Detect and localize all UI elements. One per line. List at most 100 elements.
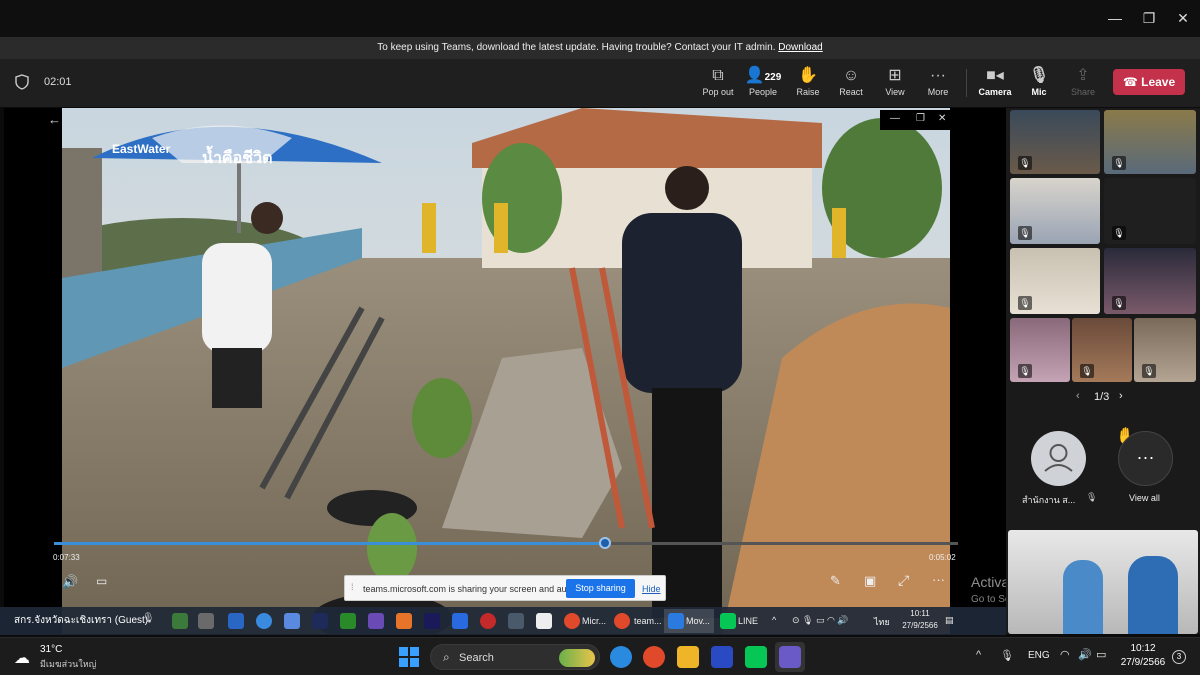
react-button[interactable]: ☺ React [829,65,873,97]
mic-off-icon: 🎙 [1080,364,1094,378]
chrome-icon[interactable] [614,613,630,629]
share-icon: ⇪ [1076,67,1090,84]
battery-icon[interactable]: ▭ [1096,648,1106,661]
edge-icon[interactable] [256,613,272,629]
mail-icon[interactable] [228,613,244,629]
view-all-button[interactable]: ··· [1118,431,1173,486]
chrome-icon[interactable] [643,646,665,668]
participant-tile[interactable]: 🎙 [1010,178,1100,244]
share-button[interactable]: ⇪ Share [1061,65,1105,97]
taskbar-app-label[interactable]: Micr... [582,616,606,626]
participant-tile[interactable]: 🎙 [1104,248,1196,314]
participant-tile[interactable]: 🎙 [1072,318,1132,382]
hide-link[interactable]: Hide [642,584,661,594]
teams-old-icon[interactable] [711,646,733,668]
more-button[interactable]: ··· More [916,65,960,97]
notification-icon[interactable]: ▤ [945,615,954,626]
premiere-icon[interactable] [424,613,440,629]
participant-tile[interactable]: 🎙 [1010,110,1100,174]
tray-icons[interactable]: ⊙ 🎙 ▭ ◠ 🔊 [792,615,849,626]
volume-icon[interactable]: 🔊 [62,574,78,590]
tray-chevron-icon[interactable]: ^ [976,649,981,661]
avatar-name: สำนักงาน ส... [1022,495,1076,505]
pager-prev-icon[interactable]: ‹ [1076,390,1080,402]
participant-tile[interactable]: 🎙 [1104,178,1196,244]
edge-icon[interactable] [610,646,632,668]
fullscreen-icon[interactable]: ⤢ [898,572,909,589]
popout-button[interactable]: ⧉ Pop out [696,65,740,97]
participant-tile[interactable]: 🎙 [1134,318,1196,382]
captions-icon[interactable]: ▭ [96,574,107,588]
app-icon[interactable] [172,613,188,629]
file-explorer-icon[interactable] [677,646,699,668]
close-icon[interactable]: ✕ [1172,8,1194,28]
participant-figure [1128,556,1178,634]
leave-button[interactable]: ☎ Leave [1113,69,1185,95]
inner-language[interactable]: ไทย [874,615,890,629]
xbox-icon[interactable] [340,613,356,629]
zoom-icon[interactable] [452,613,468,629]
photoshop-icon[interactable] [312,613,328,629]
pager-next-icon[interactable]: › [1119,390,1123,402]
wifi-icon[interactable]: ◠ [1060,648,1070,661]
restore-icon[interactable]: ❐ [1138,8,1160,28]
chrome-icon[interactable] [564,613,580,629]
movies-icon[interactable] [668,613,684,629]
mic-button[interactable]: 🎙 Mic [1017,65,1061,97]
mic-icon[interactable]: 🎙 [1000,649,1014,662]
weather-icon[interactable]: ☁ [14,648,30,668]
taskbar-search-box[interactable]: ⌕ Search [430,644,600,670]
participant-tile[interactable]: 🎙 [1010,318,1070,382]
player-more-icon[interactable]: ··· [932,572,945,587]
minimize-icon[interactable]: — [1104,8,1126,28]
clock-date: 27/9/2566 [1120,657,1166,668]
record-icon[interactable] [480,613,496,629]
app-icon[interactable] [508,613,524,629]
camera-button[interactable]: ■◂ Camera [973,65,1017,97]
guest-label: สกร.จังหวัดฉะเชิงเทรา (Guest) [14,615,149,626]
start-windows-icon[interactable] [398,646,420,668]
player-restore-icon[interactable]: ❐ [916,113,925,124]
leave-label: Leave [1141,75,1176,89]
download-link[interactable]: Download [778,42,822,53]
app-icon[interactable] [368,613,384,629]
taskbar-app-label[interactable]: team... [634,616,662,626]
notification-badge[interactable]: 3 [1172,650,1186,664]
participant-tile[interactable]: 🎙 [1104,110,1196,174]
taskbar-app-label[interactable]: Mov... [686,616,710,626]
video-scene: EastWater น้ำคือชีวิต [62,108,950,634]
player-minimize-icon[interactable]: — [890,113,900,124]
people-button[interactable]: 👤229 People [740,65,786,97]
view-all-label: View all [1129,493,1160,503]
teams-icon[interactable] [779,646,801,668]
view-label: View [885,87,905,97]
capcut-icon[interactable] [536,613,552,629]
self-video-tile[interactable] [1008,530,1198,634]
taskbar-app-label[interactable]: LINE [738,616,758,626]
edit-pencil-icon[interactable]: ✎ [830,573,841,589]
mic-off-icon: 🎙 [1112,296,1126,310]
language-indicator[interactable]: ENG [1028,650,1050,661]
back-arrow-icon[interactable]: ← [48,112,61,127]
volume-icon[interactable]: 🔊 [1078,648,1092,661]
sharing-message: teams.microsoft.com is sharing your scre… [363,584,582,594]
participant-tile[interactable]: 🎙 [1010,248,1100,314]
video-progress-track[interactable] [54,537,958,549]
app-icon[interactable] [396,613,412,629]
drag-handle-icon[interactable]: ⁞ [351,582,354,592]
miniplayer-icon[interactable]: ▣ [864,573,876,589]
mic-off-icon: 🎙 [1086,492,1098,502]
avatar[interactable] [1031,431,1086,486]
people-count: 229 [764,72,782,83]
view-button[interactable]: ⊞ View [873,65,917,97]
tray-chevron-icon[interactable]: ^ [772,615,776,625]
raise-hand-button[interactable]: ✋ Raise [786,65,830,97]
player-close-icon[interactable]: ✕ [938,113,946,124]
photos-icon[interactable] [284,613,300,629]
app-icon[interactable] [198,613,214,629]
shared-screen-stage: ← EastWater น้ำคือชีวิต — ❐ ✕ 0:07:33 0:… [4,108,1006,634]
mic-off-icon: 🎙 [1018,364,1032,378]
line-icon[interactable] [745,646,767,668]
stop-sharing-button[interactable]: Stop sharing [566,579,635,598]
line-icon[interactable] [720,613,736,629]
